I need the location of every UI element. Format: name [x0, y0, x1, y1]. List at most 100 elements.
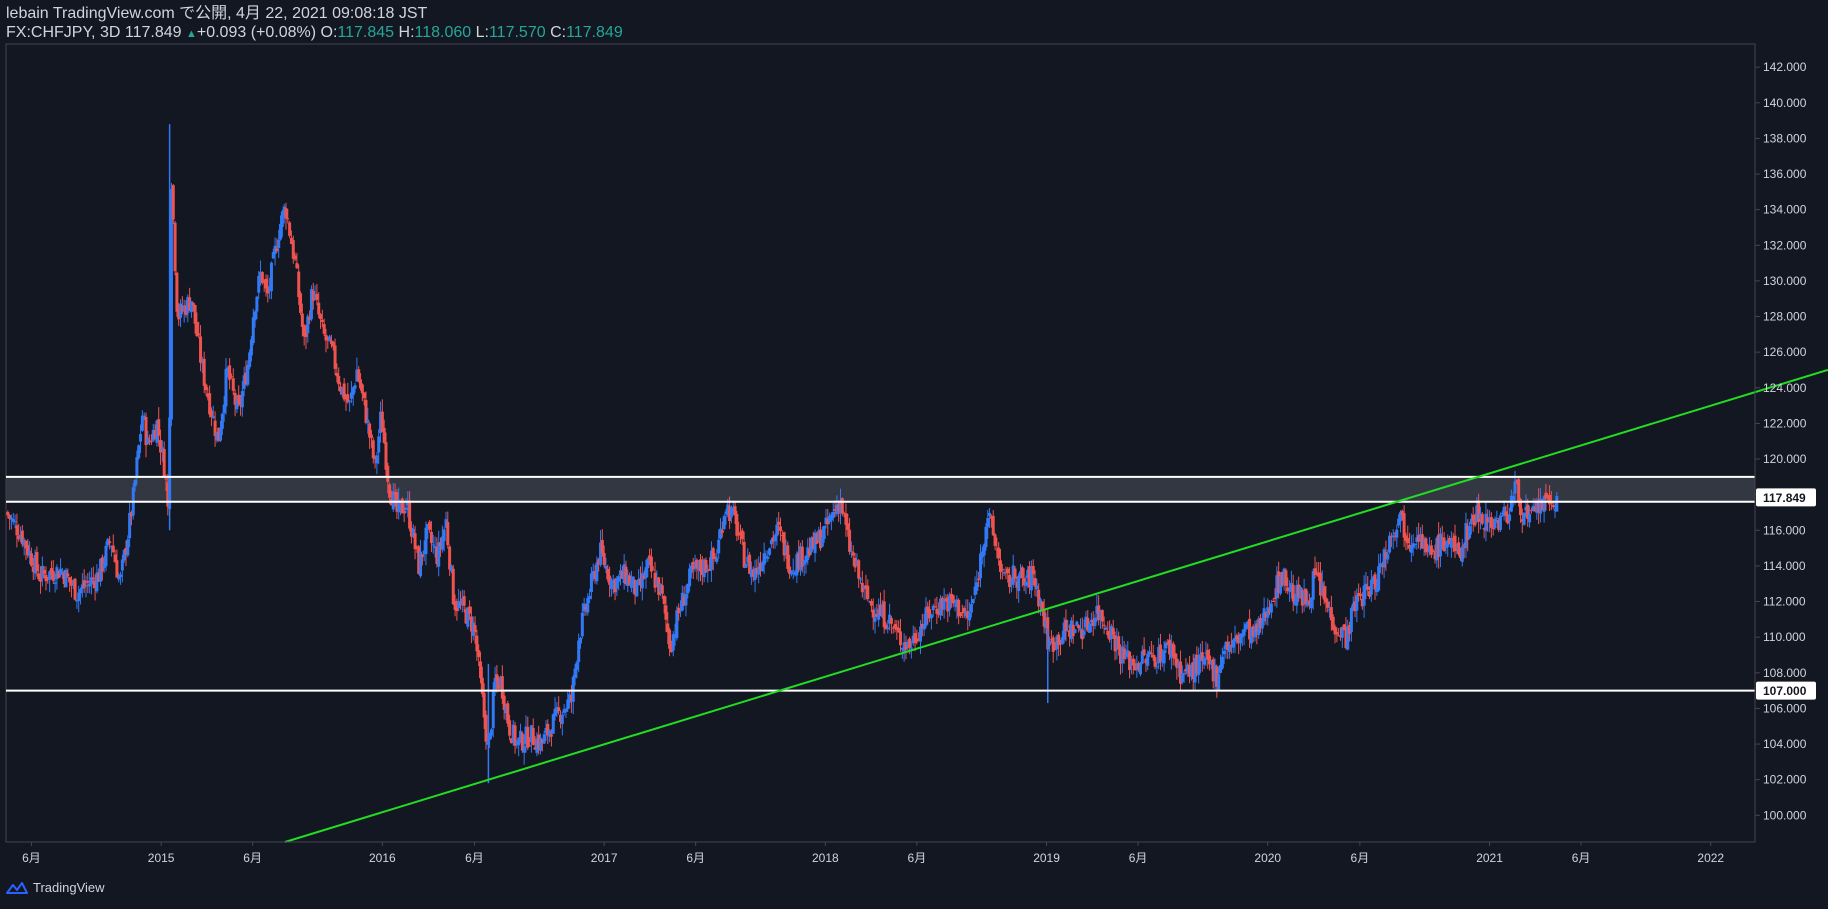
candle-body — [253, 311, 257, 321]
trendline-group[interactable] — [284, 368, 1828, 843]
brand-name: TradingView — [33, 880, 105, 895]
candle-body — [1355, 595, 1359, 611]
candle-body — [375, 455, 379, 464]
candle-body — [1335, 632, 1339, 635]
candle-body — [1424, 538, 1428, 553]
candle-body — [664, 605, 668, 620]
candle-body — [424, 527, 428, 555]
candle-body — [1142, 649, 1146, 656]
candle-body — [909, 647, 913, 649]
candle-body — [171, 185, 175, 220]
candle-body — [477, 650, 481, 658]
candle-body — [104, 545, 108, 567]
candle-body — [604, 565, 608, 569]
candle-body — [1511, 496, 1515, 500]
candle-body — [322, 324, 326, 334]
candle-body — [1077, 625, 1081, 629]
candle-body — [1048, 641, 1052, 646]
candle-body — [1222, 650, 1226, 655]
candle-body — [551, 714, 555, 734]
candle-body — [1549, 503, 1553, 505]
candle-body — [786, 545, 790, 569]
candle-body — [958, 613, 962, 616]
candle-body — [369, 434, 373, 438]
candle-body — [1542, 496, 1546, 512]
time-tick-label: 6月 — [686, 851, 705, 865]
candle-body — [462, 596, 466, 606]
candle-body — [220, 413, 224, 429]
time-tick-label: 6月 — [22, 851, 41, 865]
candle-body — [898, 631, 902, 646]
candle-body — [135, 457, 139, 478]
candle-body — [589, 573, 593, 593]
tradingview-branding[interactable]: TradingView — [6, 880, 105, 895]
candle-body — [173, 222, 177, 272]
candle-body — [491, 689, 495, 729]
price-chart[interactable]: 100.000 102.000 104.000 106.000 108.000 110.0… — [0, 0, 1828, 909]
price-axis[interactable]: 100.000 102.000 104.000 106.000 108.000 110.0… — [1755, 60, 1807, 822]
candle-body — [715, 557, 719, 562]
time-tick-label: 6月 — [908, 851, 927, 865]
candle-body — [286, 218, 290, 220]
candle-body — [420, 554, 424, 557]
candle-body — [228, 365, 232, 380]
candle-body — [202, 358, 206, 386]
trendline — [284, 368, 1828, 843]
candle-body — [1388, 535, 1392, 553]
candle-body — [1313, 568, 1317, 575]
candle-body — [586, 597, 590, 613]
candle-body — [35, 552, 39, 572]
candle-body — [1284, 570, 1288, 587]
candle-body — [1024, 581, 1028, 586]
candle-body — [1402, 513, 1406, 538]
candle-body — [522, 746, 526, 753]
candle-body — [91, 577, 95, 580]
price-badge-label: 107.000 — [1763, 684, 1807, 698]
candle-body — [246, 364, 250, 385]
time-axis[interactable]: 6月 2015 6月 2016 6月 2017 6月 2018 6月 2019 6月 2020 6月 20… — [22, 842, 1724, 865]
candle-body — [64, 569, 68, 588]
candle-body — [577, 640, 581, 663]
candle-body — [140, 415, 144, 431]
plot-frame — [5, 43, 1756, 843]
candle-body — [384, 442, 388, 470]
candle-body — [789, 571, 793, 575]
horizontal-levels[interactable] — [6, 475, 1755, 692]
candle-body — [1033, 578, 1037, 587]
price-tick-label: 114.000 — [1763, 559, 1806, 573]
candle-body — [362, 392, 366, 398]
price-tick-label: 138.000 — [1763, 131, 1807, 145]
candle-body — [348, 400, 352, 402]
candle-body — [588, 595, 592, 599]
candle-body — [337, 375, 341, 385]
candle-body — [451, 568, 455, 605]
candle-body — [1128, 651, 1132, 670]
candle-body — [735, 514, 739, 536]
candle-body — [360, 384, 364, 394]
candle-body — [53, 582, 57, 584]
candle-body — [126, 539, 130, 556]
candle-body — [1020, 567, 1024, 579]
candle-body — [428, 521, 432, 530]
candle-body — [204, 384, 208, 390]
candle-body — [646, 558, 650, 569]
candle-body — [908, 638, 912, 649]
candle-body — [500, 676, 504, 699]
candle-body — [526, 726, 530, 748]
candle-body — [1508, 514, 1512, 521]
candle-body — [1429, 545, 1433, 555]
candle-body — [371, 440, 375, 459]
candle-body — [1031, 566, 1035, 575]
candle-body — [1468, 526, 1472, 539]
candle-body — [1489, 517, 1493, 528]
candle-body — [766, 556, 770, 559]
candle-body — [119, 574, 123, 577]
candle-body — [542, 734, 546, 744]
candle-body — [224, 369, 228, 407]
time-tick-label: 6月 — [1572, 851, 1591, 865]
candle-body — [991, 515, 995, 536]
candle-body — [675, 610, 679, 639]
candle-body — [169, 189, 173, 420]
candle-body — [1311, 571, 1315, 600]
candle-body — [408, 500, 412, 529]
